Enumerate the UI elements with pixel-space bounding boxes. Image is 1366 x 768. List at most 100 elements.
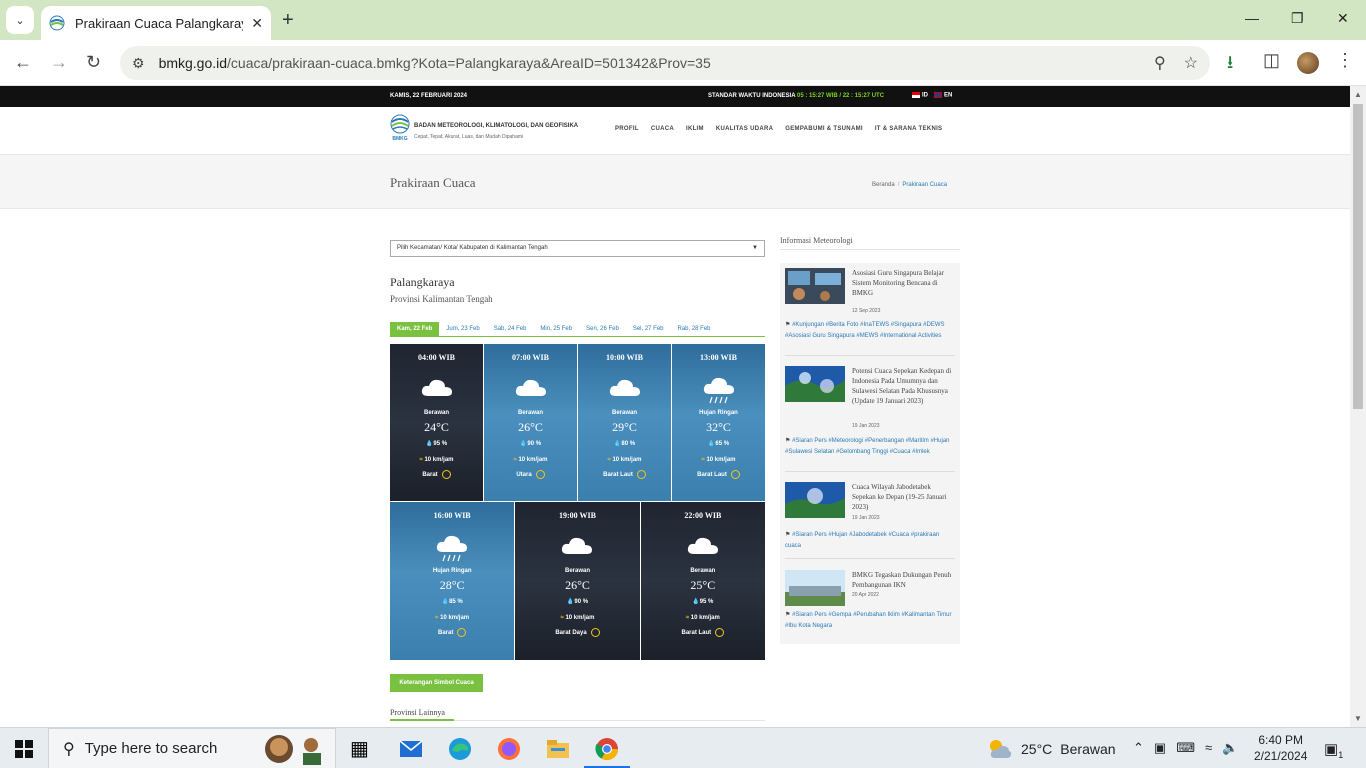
restore-button[interactable]: ❐ bbox=[1291, 10, 1304, 27]
forecast-temp: 26°C bbox=[565, 578, 590, 592]
breadcrumb: Beranda / Prakiraan Cuaca bbox=[872, 182, 948, 188]
scroll-up-icon[interactable]: ▲ bbox=[1354, 90, 1362, 99]
divider bbox=[780, 249, 960, 250]
news-thumbnail[interactable] bbox=[785, 482, 845, 518]
tab-day-0[interactable]: Kam, 22 Feb bbox=[390, 322, 440, 336]
svg-text:BMKG: BMKG bbox=[392, 136, 407, 142]
edge-icon[interactable] bbox=[447, 736, 473, 762]
forecast-wind: ≈ 10 km/jam bbox=[560, 615, 595, 621]
bookmark-star-icon[interactable]: ☆ bbox=[1184, 53, 1198, 73]
current-date: KAMIS, 22 FEBRUARI 2024 bbox=[390, 93, 468, 99]
news-tags[interactable]: ⚑ #Siaran Pers #Meteorologi #Penerbangan… bbox=[785, 436, 955, 458]
news-tags[interactable]: ⚑ #Kunjungan #Berita Foto #InaTEWS #Sing… bbox=[785, 320, 955, 342]
zoom-icon[interactable]: ⚲ bbox=[1154, 53, 1166, 73]
weather-widget[interactable]: 25°C Berawan bbox=[987, 738, 1116, 760]
notification-icon[interactable]: ▣1 bbox=[1324, 740, 1343, 760]
tab-search-button[interactable]: ⌄ bbox=[6, 6, 34, 34]
location-select[interactable]: Pilih Kecamatan/ Kota/ Kabupaten di Kali… bbox=[390, 240, 765, 257]
close-icon[interactable]: ✕ bbox=[251, 15, 263, 32]
breadcrumb-home[interactable]: Beranda bbox=[872, 182, 895, 188]
menu-gempabumi[interactable]: GEMPABUMI & TSUNAMI bbox=[785, 126, 863, 132]
site-info-icon[interactable]: ⚙ bbox=[132, 55, 145, 72]
forecast-wind-direction: Barat Daya bbox=[515, 628, 639, 637]
mail-icon[interactable] bbox=[398, 736, 424, 762]
forecast-card: 07:00 WIB Berawan 26°C 💧90 % ≈ 10 km/jam… bbox=[484, 344, 577, 501]
forecast-time: 07:00 WIB bbox=[512, 353, 549, 362]
tab-day-3[interactable]: Min, 25 Feb bbox=[533, 322, 579, 336]
back-button[interactable]: ← bbox=[14, 52, 32, 73]
menu-iklim[interactable]: IKLIM bbox=[686, 126, 704, 132]
task-view-icon[interactable]: ▦ bbox=[350, 736, 376, 762]
main-menu: PROFIL CUACA IKLIM KUALITAS UDARA GEMPAB… bbox=[615, 126, 942, 132]
lang-en-link[interactable]: EN bbox=[934, 92, 952, 99]
news-headline[interactable]: Potensi Cuaca Sepekan Kedepan di Indones… bbox=[852, 366, 952, 407]
file-explorer-icon[interactable] bbox=[545, 736, 571, 762]
breadcrumb-current[interactable]: Prakiraan Cuaca bbox=[902, 182, 947, 188]
chrome-icon[interactable] bbox=[594, 736, 620, 762]
news-date: 12 Sep 2023 bbox=[852, 308, 881, 314]
forward-button[interactable]: → bbox=[50, 52, 68, 73]
forecast-humidity: 💧65 % bbox=[707, 441, 730, 447]
new-tab-button[interactable]: + bbox=[282, 9, 294, 32]
menu-cuaca[interactable]: CUACA bbox=[651, 126, 674, 132]
forecast-wind-direction: Utara bbox=[484, 470, 577, 479]
browser-tab-active[interactable]: Prakiraan Cuaca Palangkaraya - BMKG ✕ bbox=[41, 6, 271, 40]
droplet-icon: 💧 bbox=[441, 599, 450, 605]
chevron-down-icon: ⌄ bbox=[15, 14, 25, 27]
page-scrollbar[interactable]: ▲ ▼ bbox=[1350, 86, 1366, 727]
compass-icon bbox=[636, 470, 646, 479]
tab-day-1[interactable]: Jum, 23 Feb bbox=[439, 322, 486, 336]
menu-kualitas-udara[interactable]: KUALITAS UDARA bbox=[716, 126, 773, 132]
forecast-wind-direction: Barat Laut bbox=[672, 470, 765, 479]
address-bar[interactable]: ⚙ bmkg.go.id/cuaca/prakiraan-cuaca.bmkg?… bbox=[120, 46, 1210, 80]
language-switch: ID EN bbox=[912, 92, 952, 99]
news-thumbnail[interactable] bbox=[785, 570, 845, 606]
input-method-icon[interactable]: ⌨ bbox=[1176, 740, 1195, 756]
city-name: Palangkaraya bbox=[390, 275, 455, 289]
tab-day-5[interactable]: Sel, 27 Feb bbox=[626, 322, 671, 336]
reload-button[interactable]: ↻ bbox=[86, 52, 101, 73]
forecast-wind: ≈ 10 km/jam bbox=[435, 615, 470, 621]
download-icon[interactable]: ⭳ bbox=[1227, 50, 1233, 80]
chevron-up-icon[interactable]: ⌃ bbox=[1133, 740, 1144, 756]
scroll-down-icon[interactable]: ▼ bbox=[1354, 714, 1362, 723]
page-title: Prakiraan Cuaca bbox=[390, 175, 476, 190]
lang-id-link[interactable]: ID bbox=[912, 92, 928, 99]
day-tabs: Kam, 22 Feb Jum, 23 Feb Sab, 24 Feb Min,… bbox=[390, 322, 765, 337]
rain-cloud-icon bbox=[703, 377, 734, 404]
taskbar-clock[interactable]: 6:40 PM 2/21/2024 bbox=[1254, 732, 1307, 764]
tag-icon: ⚑ bbox=[785, 322, 791, 328]
scrollbar-thumb[interactable] bbox=[1353, 104, 1363, 409]
cloud-icon bbox=[687, 537, 718, 554]
forecast-wind-direction: Barat bbox=[390, 470, 483, 479]
tag-icon: ⚑ bbox=[785, 532, 791, 538]
more-menu-icon[interactable]: ⋮ bbox=[1336, 50, 1354, 71]
window-close-button[interactable]: ✕ bbox=[1337, 10, 1349, 27]
news-headline[interactable]: BMKG Tegaskan Dukungan Penuh Pembangunan… bbox=[852, 570, 952, 590]
firefox-icon[interactable] bbox=[496, 736, 522, 762]
partly-cloudy-icon bbox=[990, 740, 1012, 758]
tab-day-2[interactable]: Sab, 24 Feb bbox=[487, 322, 534, 336]
news-tags[interactable]: ⚑ #Siaran Pers #Hujan #Jabodetabek #Cuac… bbox=[785, 530, 955, 552]
news-tags[interactable]: ⚑ #Siaran Pers #Gempa #Perubahan Iklim #… bbox=[785, 610, 955, 632]
menu-it-sarana[interactable]: IT & SARANA TEKNIS bbox=[875, 126, 943, 132]
news-headline[interactable]: Asosiasi Guru Singapura Belajar Sistem M… bbox=[852, 268, 952, 298]
windows-start-icon[interactable] bbox=[15, 740, 33, 758]
taskbar-search-box[interactable]: ⚲ Type here to search bbox=[48, 728, 336, 768]
minimize-button[interactable]: — bbox=[1245, 10, 1259, 26]
volume-icon[interactable]: 🔈 bbox=[1222, 740, 1238, 756]
news-thumbnail[interactable] bbox=[785, 366, 845, 402]
side-panel-icon[interactable]: ◫ bbox=[1263, 50, 1280, 71]
weather-symbol-legend-button[interactable]: Keterangan Simbol Cuaca bbox=[390, 674, 483, 692]
forecast-condition: Berawan bbox=[690, 568, 716, 574]
tab-day-6[interactable]: Rab, 28 Feb bbox=[671, 322, 718, 336]
news-headline[interactable]: Cuaca Wilayah Jabodetabek Sepekan ke Dep… bbox=[852, 482, 952, 512]
news-thumbnail[interactable] bbox=[785, 268, 845, 304]
tab-day-4[interactable]: Sen, 26 Feb bbox=[579, 322, 626, 336]
bmkg-logo-icon[interactable]: BMKG bbox=[390, 114, 410, 142]
wifi-icon[interactable]: ≈ bbox=[1205, 740, 1212, 756]
forecast-card: 04:00 WIB Berawan 24°C 💧95 % ≈ 10 km/jam… bbox=[390, 344, 483, 501]
meet-now-icon[interactable]: ▣ bbox=[1154, 740, 1166, 756]
menu-profil[interactable]: PROFIL bbox=[615, 126, 639, 132]
profile-avatar[interactable] bbox=[1297, 52, 1319, 74]
